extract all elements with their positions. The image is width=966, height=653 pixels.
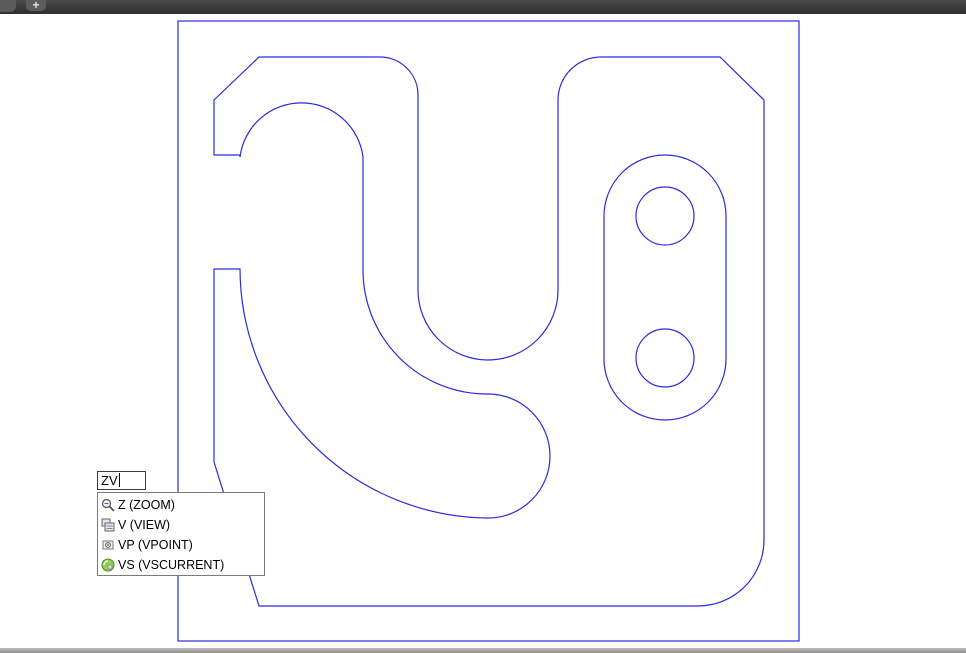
zoom-icon xyxy=(101,498,115,512)
command-input[interactable]: ZV xyxy=(97,471,146,490)
autocomplete-item-view[interactable]: V (VIEW) xyxy=(98,515,264,535)
text-caret xyxy=(118,473,120,487)
part-outline xyxy=(213,56,765,607)
visual-style-icon xyxy=(101,558,115,572)
autocomplete-item-vpoint[interactable]: VP (VPOINT) xyxy=(98,535,264,555)
command-input-text: ZV xyxy=(101,473,118,488)
sheet-border xyxy=(177,20,800,642)
vpoint-icon xyxy=(102,540,114,550)
autocomplete-item-vscurrent[interactable]: VS (VSCURRENT) xyxy=(98,555,264,575)
upper-hole xyxy=(635,186,695,246)
autocomplete-label: V (VIEW) xyxy=(118,518,171,532)
lower-hole xyxy=(635,328,695,388)
slot-outline xyxy=(603,154,727,421)
autocomplete-item-zoom[interactable]: Z (ZOOM) xyxy=(98,495,264,515)
autocomplete-label: VP (VPOINT) xyxy=(118,538,193,552)
autocomplete-label: Z (ZOOM) xyxy=(118,498,175,512)
view-manager-icon xyxy=(101,518,115,532)
autocomplete-label: VS (VSCURRENT) xyxy=(118,558,225,572)
autocomplete-list: Z (ZOOM) V (VIEW) VP (VPOINT) VS (VSCURR… xyxy=(97,492,265,576)
status-bar-edge xyxy=(0,648,966,653)
